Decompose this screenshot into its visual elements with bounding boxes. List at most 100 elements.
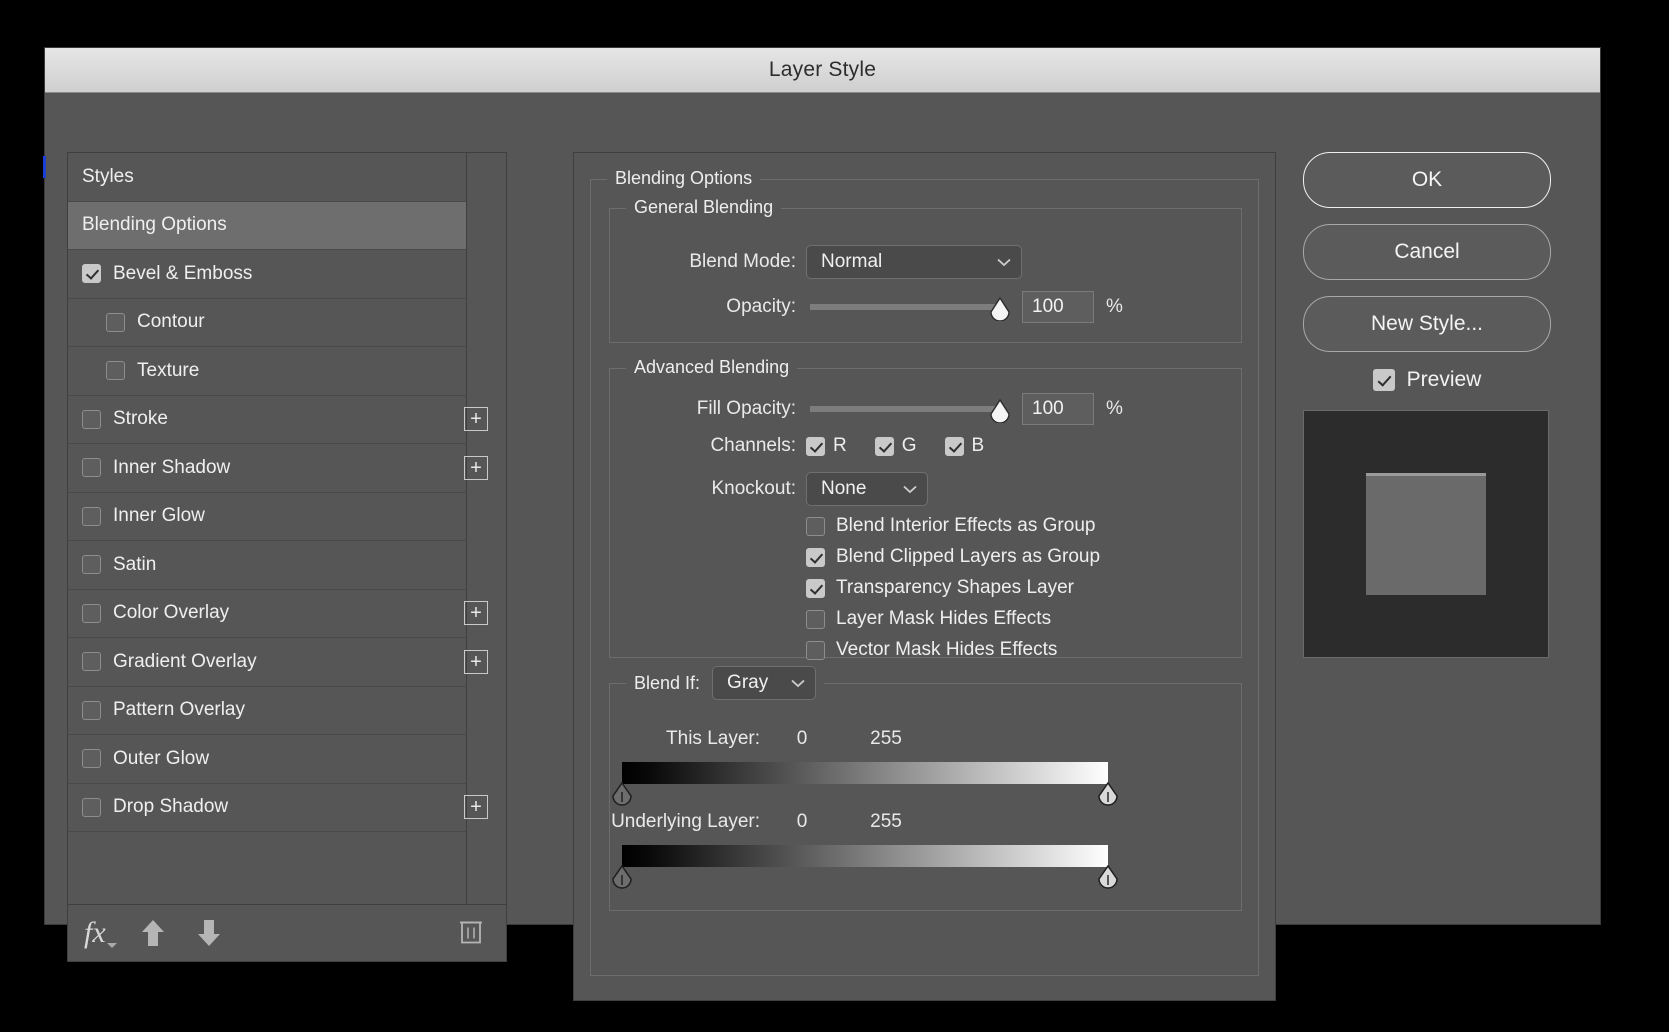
style-item-label: Color Overlay bbox=[113, 602, 230, 624]
arrow-up-icon[interactable] bbox=[140, 918, 166, 948]
dialog-title: Layer Style bbox=[768, 58, 877, 81]
add-effect-icon[interactable]: + bbox=[464, 795, 488, 820]
style-list-item[interactable]: Gradient Overlay + bbox=[68, 638, 488, 687]
channel-toggle[interactable]: B bbox=[944, 435, 984, 457]
underlying-layer-gradient-bar[interactable] bbox=[622, 845, 1108, 867]
style-item-label: Inner Shadow bbox=[113, 456, 231, 478]
knockout-label: Knockout: bbox=[711, 478, 797, 499]
knockout-select[interactable]: None bbox=[806, 472, 928, 506]
advanced-blending-checkbox[interactable] bbox=[806, 578, 825, 598]
fx-icon[interactable]: fx bbox=[84, 916, 117, 950]
channel-toggle[interactable]: R bbox=[806, 435, 847, 457]
channel-checkbox[interactable] bbox=[874, 436, 894, 456]
dialog-titlebar: Layer Style bbox=[45, 48, 1600, 93]
chevron-down-icon bbox=[106, 943, 117, 948]
channel-checkbox[interactable] bbox=[944, 436, 964, 456]
advanced-blending-checkbox[interactable] bbox=[806, 609, 825, 629]
style-list-item[interactable]: Stroke + bbox=[68, 396, 488, 444]
styles-panel: Styles Blending Options Bevel & Emboss Cont… bbox=[67, 152, 507, 962]
chevron-down-icon bbox=[903, 478, 917, 500]
style-item-checkbox[interactable] bbox=[82, 652, 101, 672]
style-list-item[interactable]: Texture bbox=[68, 347, 466, 396]
blend-if-channel-select[interactable]: Gray bbox=[712, 666, 817, 700]
advanced-blending-option[interactable]: Blend Interior Effects as Group bbox=[806, 515, 1100, 537]
this-layer-black-slider[interactable] bbox=[611, 781, 633, 807]
opacity-slider-knob[interactable] bbox=[989, 296, 1011, 322]
style-item-checkbox[interactable] bbox=[82, 506, 101, 526]
preview-toggle[interactable]: Preview bbox=[1303, 368, 1551, 392]
style-item-checkbox[interactable] bbox=[106, 361, 125, 381]
channel-label: G bbox=[901, 435, 917, 456]
advanced-blending-option-label: Transparency Shapes Layer bbox=[836, 577, 1074, 598]
blend-if-label: Blend If: bbox=[634, 672, 701, 693]
underlying-layer-min: 0 bbox=[796, 811, 808, 832]
style-item-checkbox[interactable] bbox=[82, 458, 101, 478]
blend-mode-value: Normal bbox=[821, 251, 883, 272]
advanced-blending-option[interactable]: Blend Clipped Layers as Group bbox=[806, 546, 1100, 568]
style-list-item[interactable]: Bevel & Emboss bbox=[68, 250, 466, 299]
styles-toolbar: fx bbox=[68, 905, 506, 961]
channel-checkbox[interactable] bbox=[806, 436, 825, 456]
cancel-button[interactable]: Cancel bbox=[1303, 224, 1551, 280]
ok-button[interactable]: OK bbox=[1303, 152, 1551, 208]
fill-opacity-slider-knob[interactable] bbox=[989, 398, 1011, 424]
add-effect-icon[interactable]: + bbox=[464, 601, 488, 626]
style-item-checkbox[interactable] bbox=[106, 312, 125, 332]
opacity-label: Opacity: bbox=[726, 296, 796, 317]
style-item-checkbox[interactable] bbox=[82, 603, 101, 623]
style-list-item[interactable]: Inner Shadow + bbox=[68, 444, 488, 493]
style-list-item[interactable]: Pattern Overlay bbox=[68, 687, 466, 735]
style-list-item[interactable]: Satin bbox=[68, 541, 466, 590]
style-item-label: Texture bbox=[137, 359, 200, 381]
style-item-checkbox[interactable] bbox=[82, 264, 101, 284]
channels-row: RGB bbox=[806, 435, 1012, 457]
underlying-layer-black-slider[interactable] bbox=[611, 864, 633, 890]
preview-checkbox[interactable] bbox=[1372, 369, 1395, 391]
style-item-checkbox[interactable] bbox=[82, 409, 101, 429]
add-effect-icon[interactable]: + bbox=[464, 407, 488, 432]
knockout-value: None bbox=[821, 478, 867, 499]
style-list-item[interactable]: Inner Glow bbox=[68, 493, 466, 541]
new-style-button[interactable]: New Style... bbox=[1303, 296, 1551, 352]
this-layer-min: 0 bbox=[796, 728, 808, 749]
style-list-item[interactable]: Blending Options bbox=[68, 201, 466, 250]
this-layer-gradient-bar[interactable] bbox=[622, 762, 1108, 784]
this-layer-white-slider[interactable] bbox=[1097, 781, 1119, 807]
blend-if-group: Blend If: Gray This Layer: 0 255 Underly… bbox=[609, 666, 1242, 911]
underlying-layer-white-slider[interactable] bbox=[1097, 864, 1119, 890]
blend-mode-label: Blend Mode: bbox=[689, 251, 796, 272]
trash-icon[interactable] bbox=[458, 916, 484, 951]
add-effect-icon[interactable]: + bbox=[464, 649, 488, 674]
fill-opacity-slider[interactable] bbox=[810, 398, 1010, 424]
fill-opacity-input[interactable]: 100 bbox=[1022, 393, 1094, 425]
advanced-blending-checkbox[interactable] bbox=[806, 547, 825, 567]
advanced-blending-option[interactable]: Transparency Shapes Layer bbox=[806, 577, 1100, 599]
dialog-actions: OK Cancel New Style... Preview bbox=[1303, 152, 1551, 658]
advanced-blending-checkbox[interactable] bbox=[806, 516, 825, 536]
style-item-checkbox[interactable] bbox=[82, 555, 101, 575]
add-effect-icon[interactable]: + bbox=[464, 455, 488, 480]
opacity-input[interactable]: 100 bbox=[1022, 291, 1094, 323]
advanced-blending-option[interactable]: Vector Mask Hides Effects bbox=[806, 639, 1100, 661]
style-item-checkbox[interactable] bbox=[82, 797, 101, 817]
this-layer-label: This Layer: bbox=[666, 728, 760, 749]
opacity-slider[interactable] bbox=[810, 296, 1010, 322]
chevron-down-icon bbox=[997, 251, 1011, 273]
style-list-item[interactable]: Outer Glow bbox=[68, 735, 466, 784]
style-list-item[interactable]: Drop Shadow + bbox=[68, 784, 488, 832]
underlying-layer-max: 255 bbox=[870, 811, 902, 832]
advanced-blending-checkbox[interactable] bbox=[806, 640, 825, 660]
style-list-item[interactable]: Color Overlay + bbox=[68, 590, 488, 638]
advanced-blending-option[interactable]: Layer Mask Hides Effects bbox=[806, 608, 1100, 630]
style-list-item[interactable]: Contour bbox=[68, 299, 466, 347]
channel-toggle[interactable]: G bbox=[874, 435, 917, 457]
style-list-item[interactable]: Styles bbox=[68, 153, 466, 202]
arrow-down-icon[interactable] bbox=[196, 918, 222, 948]
style-item-checkbox[interactable] bbox=[82, 749, 101, 769]
style-item-label: Inner Glow bbox=[113, 505, 205, 527]
blending-options-legend: Blending Options bbox=[607, 168, 761, 189]
style-item-label: Pattern Overlay bbox=[113, 699, 245, 721]
blend-mode-select[interactable]: Normal bbox=[806, 245, 1022, 279]
fill-opacity-unit: % bbox=[1106, 398, 1123, 419]
style-item-checkbox[interactable] bbox=[82, 700, 101, 720]
